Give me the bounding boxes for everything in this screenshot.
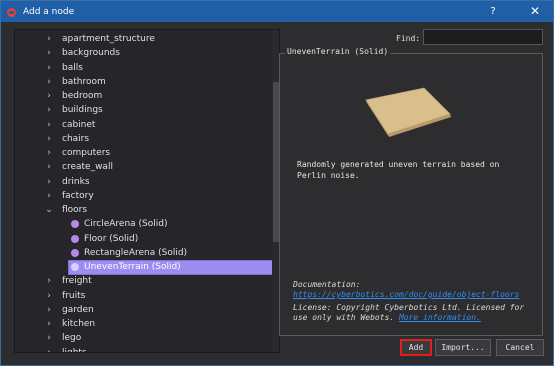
import-button[interactable]: Import... [435, 339, 491, 356]
node-description: Randomly generated uneven terrain based … [297, 160, 500, 180]
tree-item[interactable]: › lego [15, 331, 271, 345]
tree-item-label: Floor (Solid) [84, 233, 139, 244]
tree-item-label: floors [62, 205, 88, 216]
tree-item[interactable]: › factory [15, 189, 271, 203]
tree-item[interactable]: Floor (Solid) [15, 232, 271, 246]
webots-logo-icon [7, 7, 17, 17]
terrain-preview-image [365, 87, 451, 137]
chevron-right-icon[interactable]: › [44, 191, 54, 201]
find-input[interactable] [423, 29, 543, 45]
tree-item[interactable]: › apartment_structure [15, 32, 271, 46]
tree-item-label: backgrounds [62, 48, 120, 59]
tree-item-label: balls [62, 62, 83, 73]
add-node-dialog: Add a node ? ✕ › apartment_structure › back… [0, 0, 554, 366]
chevron-right-icon[interactable]: › [44, 120, 54, 130]
solid-node-icon [71, 220, 79, 229]
tree-item[interactable]: › bedroom [15, 89, 271, 103]
chevron-right-icon[interactable]: › [44, 305, 54, 315]
tree-item-label: create_wall [62, 162, 113, 173]
chevron-right-icon[interactable]: › [44, 177, 54, 187]
tree-item-label: lego [62, 333, 82, 344]
tree-item-label: fruits [62, 290, 86, 301]
tree-item-label: CircleArena (Solid) [84, 219, 168, 230]
cancel-button[interactable]: Cancel [496, 339, 544, 356]
node-tree[interactable]: › apartment_structure › backgrounds › balls › b… [14, 29, 280, 353]
tree-item-label: bathroom [62, 76, 106, 87]
chevron-right-icon[interactable]: › [44, 276, 54, 286]
tree-item[interactable]: CircleArena (Solid) [15, 217, 271, 231]
tree-item-label: chairs [62, 133, 90, 144]
chevron-right-icon[interactable]: › [44, 34, 54, 44]
tree-item[interactable]: › drinks [15, 175, 271, 189]
tree-item[interactable]: › backgrounds [15, 46, 271, 60]
chevron-down-icon[interactable]: ⌄ [44, 205, 54, 215]
chevron-right-icon[interactable]: › [44, 91, 54, 101]
tree-item-label: garden [62, 304, 94, 315]
tree-item[interactable]: › computers [15, 146, 271, 160]
documentation-prefix: Documentation: [293, 280, 361, 289]
tree-item-label: factory [62, 190, 94, 201]
node-info-title: UnevenTerrain (Solid) [285, 47, 391, 56]
chevron-right-icon[interactable]: › [44, 77, 54, 87]
tree-item[interactable]: › chairs [15, 132, 271, 146]
tree-item[interactable]: › freight [15, 274, 271, 288]
tree-item[interactable]: ⌄ floors [15, 203, 271, 217]
tree-item[interactable]: › bathroom [15, 75, 271, 89]
tree-item-label: UnevenTerrain (Solid) [84, 262, 181, 273]
license-more-info-link[interactable]: More information. [399, 313, 481, 322]
chevron-right-icon[interactable]: › [44, 148, 54, 158]
tree-item[interactable]: › create_wall [15, 160, 271, 174]
tree-item[interactable]: › lights [15, 346, 271, 353]
tree-item[interactable]: › fruits [15, 289, 271, 303]
help-button[interactable]: ? [484, 3, 502, 20]
tree-item-label: bedroom [62, 91, 103, 102]
terrain-top-face [365, 87, 451, 135]
tree-item-label: computers [62, 148, 111, 159]
find-label: Find: [396, 34, 421, 43]
tree-item-label: kitchen [62, 319, 96, 330]
tree-item-label: freight [62, 276, 92, 287]
solid-node-icon [71, 248, 79, 257]
chevron-right-icon[interactable]: › [44, 348, 54, 352]
tree-item[interactable]: › cabinet [15, 118, 271, 132]
title-bar[interactable]: Add a node ? ✕ [1, 1, 553, 22]
chevron-right-icon[interactable]: › [44, 291, 54, 301]
chevron-right-icon[interactable]: › [44, 63, 54, 73]
tree-item[interactable]: › balls [15, 61, 271, 75]
tree-item[interactable]: UnevenTerrain (Solid) [15, 260, 279, 275]
chevron-right-icon[interactable]: › [44, 134, 54, 144]
tree-item-label: cabinet [62, 119, 96, 130]
tree-item[interactable]: › buildings [15, 103, 271, 117]
documentation-text: Documentation: https://cyberbotics.com/d… [293, 280, 538, 300]
chevron-right-icon[interactable]: › [44, 105, 54, 115]
tree-item-label: apartment_structure [62, 34, 155, 45]
chevron-right-icon[interactable]: › [44, 48, 54, 58]
close-button[interactable]: ✕ [525, 3, 545, 20]
tree-item[interactable]: › kitchen [15, 317, 271, 331]
license-text: License: Copyright Cyberbotics Ltd. Lice… [293, 303, 538, 323]
solid-node-icon [71, 234, 79, 243]
chevron-right-icon[interactable]: › [44, 319, 54, 329]
chevron-right-icon[interactable]: › [44, 333, 54, 343]
documentation-link[interactable]: https://cyberbotics.com/doc/guide/object… [293, 290, 519, 299]
tree-item-label: RectangleArena (Solid) [84, 247, 188, 258]
add-button[interactable]: Add [400, 339, 432, 356]
chevron-right-icon[interactable]: › [44, 162, 54, 172]
tree-item[interactable]: RectangleArena (Solid) [15, 246, 271, 260]
tree-item-label: drinks [62, 176, 90, 187]
window-title: Add a node [23, 6, 75, 17]
tree-item-label: lights [62, 347, 87, 353]
tree-item[interactable]: › garden [15, 303, 271, 317]
tree-item-label: buildings [62, 105, 103, 116]
